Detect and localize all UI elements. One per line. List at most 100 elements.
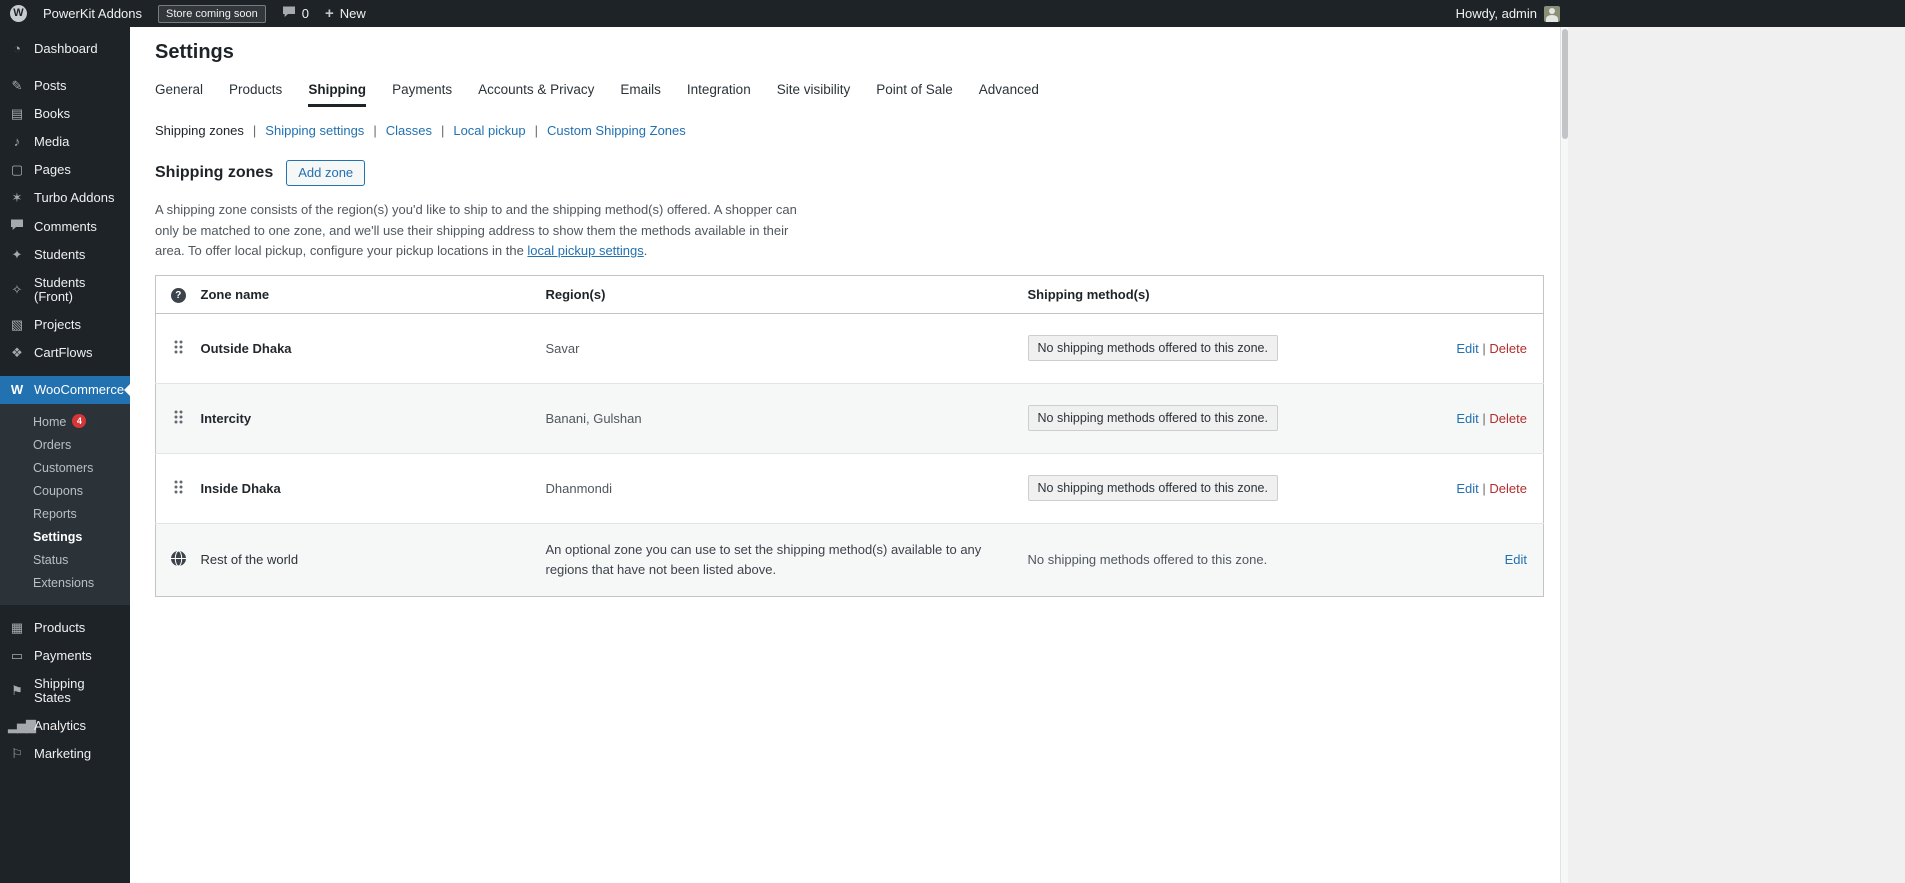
subnav-shipping-zones[interactable]: Shipping zones — [155, 123, 244, 138]
sidebar-item-label: Comments — [34, 218, 97, 234]
sidebar-item-comments[interactable]: Comments — [0, 212, 130, 241]
dashboard-icon: ◔ — [13, 41, 21, 56]
submenu-item-label: Reports — [33, 507, 77, 521]
sidebar-item-turbo-addons[interactable]: ✶ Turbo Addons — [0, 184, 130, 212]
tab-emails[interactable]: Emails — [620, 82, 661, 107]
sidebar-item-label: CartFlows — [34, 345, 93, 360]
edit-zone-link[interactable]: Edit — [1456, 411, 1478, 426]
sidebar-item-dashboard[interactable]: ◔ Dashboard — [0, 35, 130, 63]
sidebar-item-payments[interactable]: ▭ Payments — [0, 642, 130, 670]
store-coming-soon-badge: Store coming soon — [158, 4, 266, 23]
tab-products[interactable]: Products — [229, 82, 282, 107]
comments-admin-bar-button[interactable]: 0 — [282, 6, 309, 21]
sidebar-item-pages[interactable]: ▢ Pages — [0, 156, 130, 184]
separator: | — [373, 123, 377, 138]
subnav-shipping-settings[interactable]: Shipping settings — [265, 123, 364, 138]
sidebar-item-projects[interactable]: ▧ Projects — [0, 311, 130, 339]
woocommerce-icon: W — [10, 382, 24, 397]
sidebar-item-books[interactable]: ▤ Books — [0, 100, 130, 128]
zone-name: Inside Dhaka — [200, 480, 281, 496]
submenu-item-status[interactable]: Status — [0, 549, 130, 572]
scrollbar[interactable] — [1560, 27, 1568, 883]
menu-separator — [0, 367, 130, 376]
help-icon[interactable]: ? — [170, 287, 186, 303]
site-name-link[interactable]: PowerKit Addons — [43, 6, 142, 21]
sidebar-item-students[interactable]: ✦ Students — [0, 241, 130, 269]
table-row: Inside Dhaka Dhanmondi No shipping metho… — [155, 452, 1544, 524]
zone-name: Intercity — [200, 410, 252, 426]
sidebar-item-analytics[interactable]: ▂▅▇ Analytics — [0, 712, 130, 740]
account-menu[interactable]: Howdy, admin — [1456, 0, 1560, 27]
submenu-item-label: Customers — [33, 461, 94, 475]
submenu-item-coupons[interactable]: Coupons — [0, 480, 130, 503]
tab-payments[interactable]: Payments — [392, 82, 452, 107]
settings-tabs: General Products Shipping Payments Accou… — [155, 82, 1568, 107]
column-header-shipping-methods: Shipping method(s) — [1027, 275, 1428, 314]
zone-name: Rest of the world — [200, 552, 299, 568]
tab-shipping[interactable]: Shipping — [308, 82, 367, 107]
sidebar-item-marketing[interactable]: ⚐ Marketing — [0, 740, 130, 768]
section-title: Shipping zones — [155, 164, 274, 181]
payments-icon: ▭ — [10, 648, 24, 663]
sidebar-item-label: Students — [34, 247, 86, 262]
submenu-item-extensions[interactable]: Extensions — [0, 572, 130, 595]
rest-of-world-description: An optional zone you can use to set the … — [545, 542, 982, 577]
local-pickup-settings-link[interactable]: local pickup settings — [527, 243, 643, 258]
subnav-classes[interactable]: Classes — [386, 123, 432, 138]
tab-accounts-privacy[interactable]: Accounts & Privacy — [478, 82, 594, 107]
submenu-item-customers[interactable]: Customers — [0, 457, 130, 480]
drag-handle-icon[interactable] — [173, 479, 183, 498]
subnav-local-pickup[interactable]: Local pickup — [453, 123, 525, 138]
zone-regions: Dhanmondi — [545, 480, 613, 496]
column-header-regions: Region(s) — [545, 275, 1028, 314]
submenu-item-settings[interactable]: Settings — [0, 526, 130, 549]
submenu-item-label: Home — [33, 415, 67, 429]
delete-zone-link[interactable]: Delete — [1489, 341, 1527, 356]
table-row: Outside Dhaka Savar No shipping methods … — [155, 312, 1544, 384]
drag-handle-icon[interactable] — [173, 409, 183, 428]
sidebar-item-students-front[interactable]: ✧ Students (Front) — [0, 269, 130, 311]
submenu-item-label: Orders — [33, 438, 72, 452]
sidebar-item-label: Payments — [34, 648, 92, 663]
sidebar-item-label: Turbo Addons — [34, 190, 115, 205]
pages-icon: ▢ — [10, 162, 24, 177]
admin-bar: W PowerKit Addons Store coming soon 0 + … — [0, 0, 1905, 27]
submenu-item-orders[interactable]: Orders — [0, 434, 130, 457]
sidebar-item-shipping-states[interactable]: ⚑ Shipping States — [0, 670, 130, 712]
sidebar-item-products[interactable]: ▦ Products — [0, 614, 130, 642]
submenu-item-reports[interactable]: Reports — [0, 503, 130, 526]
sidebar-item-label: Posts — [34, 78, 67, 93]
wordpress-logo-button[interactable]: W — [10, 5, 27, 22]
subnav-custom-shipping-zones[interactable]: Custom Shipping Zones — [547, 123, 686, 138]
edit-zone-link[interactable]: Edit — [1456, 341, 1478, 356]
woocommerce-submenu: Home 4 Orders Customers Coupons Reports S… — [0, 404, 130, 605]
students-icon: ✦ — [11, 247, 23, 262]
tab-point-of-sale[interactable]: Point of Sale — [876, 82, 953, 107]
tab-advanced[interactable]: Advanced — [979, 82, 1039, 107]
rest-of-world-row: Rest of the world An optional zone you c… — [155, 522, 1544, 597]
edit-zone-link[interactable]: Edit — [1505, 552, 1527, 567]
user-avatar — [1544, 5, 1560, 22]
sidebar-item-label: Dashboard — [34, 41, 98, 56]
drag-handle-icon[interactable] — [173, 339, 183, 358]
delete-zone-link[interactable]: Delete — [1489, 411, 1527, 426]
edit-zone-link[interactable]: Edit — [1456, 481, 1478, 496]
shipping-zones-table: ? Zone name Region(s) Shipping method(s)… — [155, 274, 1544, 597]
sidebar-item-posts[interactable]: ✎ Posts — [0, 72, 130, 100]
add-zone-button[interactable]: Add zone — [286, 160, 366, 186]
tab-integration[interactable]: Integration — [687, 82, 751, 107]
submenu-item-label: Extensions — [33, 576, 95, 590]
comments-count: 0 — [301, 6, 309, 21]
sidebar-item-label: Analytics — [34, 718, 87, 733]
media-icon: ♪ — [13, 134, 21, 149]
delete-zone-link[interactable]: Delete — [1489, 481, 1527, 496]
shipping-subnav: Shipping zones | Shipping settings | Cla… — [155, 123, 1568, 138]
new-content-button[interactable]: + New — [325, 5, 366, 22]
sidebar-item-cartflows[interactable]: ❖ CartFlows — [0, 339, 130, 367]
sidebar-item-media[interactable]: ♪ Media — [0, 128, 130, 156]
sidebar-item-woocommerce[interactable]: W WooCommerce — [0, 376, 130, 404]
submenu-item-home[interactable]: Home 4 — [0, 410, 130, 434]
tab-general[interactable]: General — [155, 82, 203, 107]
update-count-badge: 4 — [72, 414, 87, 428]
tab-site-visibility[interactable]: Site visibility — [777, 82, 851, 107]
